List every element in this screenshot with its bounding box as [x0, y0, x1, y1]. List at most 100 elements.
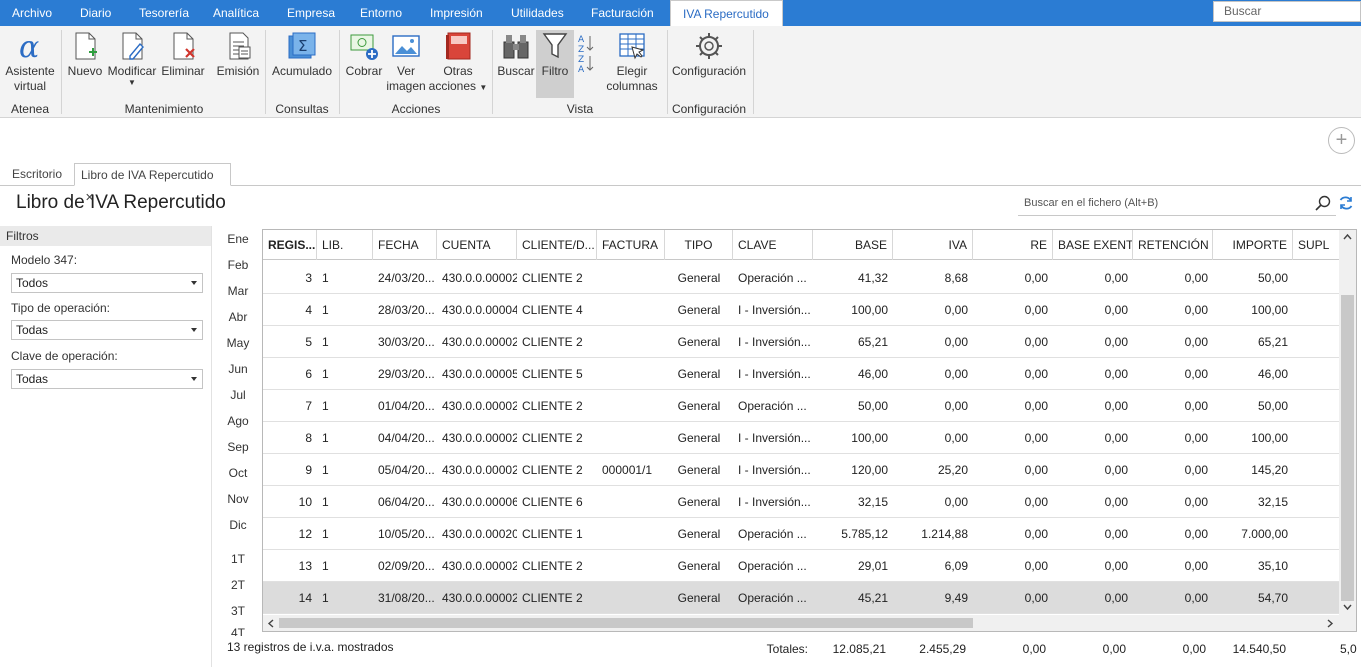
menu-analitica[interactable]: Analítica [207, 0, 265, 26]
horizontal-scrollbar[interactable] [263, 615, 1356, 631]
refresh-icon[interactable] [1338, 195, 1354, 211]
scroll-left-icon[interactable] [267, 619, 274, 628]
menu-utilidades[interactable]: Utilidades [505, 0, 570, 26]
filtro-button[interactable]: Filtro [536, 30, 574, 98]
tipo-operacion-select[interactable]: Todas [11, 320, 203, 340]
table-row[interactable]: 14 1 31/08/20... 430.0.0.00002 CLIENTE 2 Gene… [263, 582, 1339, 614]
asistente-virtual-button[interactable]: α Asistente virtual [4, 30, 56, 94]
table-row[interactable]: 3 1 24/03/20... 430.0.0.00002 CLIENTE 2 Gener… [263, 262, 1339, 294]
menu-facturacion[interactable]: Facturación [585, 0, 660, 26]
quarter-2t[interactable]: 2T [222, 578, 254, 592]
ver-imagen-button[interactable]: Ver imagen [386, 30, 426, 94]
column-header-cliente[interactable]: CLIENTE/D... [517, 230, 597, 260]
cell-base: 5.785,12 [841, 527, 888, 541]
month-may[interactable]: May [222, 336, 254, 350]
top-search-input[interactable]: Buscar [1213, 1, 1361, 22]
menu-diario[interactable]: Diario [74, 0, 117, 26]
month-dic[interactable]: Dic [222, 518, 254, 532]
acumulado-button[interactable]: Σ Acumulado [270, 30, 334, 79]
configuracion-button[interactable]: Configuración [670, 30, 748, 79]
menu-entorno[interactable]: Entorno [354, 0, 408, 26]
table-row[interactable]: 8 1 04/04/20... 430.0.0.00002 CLIENTE 2 Gener… [263, 422, 1339, 454]
month-oct[interactable]: Oct [222, 466, 254, 480]
column-header-libro[interactable]: LIB. [317, 230, 373, 260]
search-icon[interactable] [1315, 195, 1331, 211]
column-header-cuenta[interactable]: CUENTA [437, 230, 517, 260]
column-header-base-exenta[interactable]: BASE EXENTA [1053, 230, 1133, 260]
acumulado-label: Acumulado [271, 64, 333, 78]
table-row[interactable]: 5 1 30/03/20... 430.0.0.00002 CLIENTE 2 Gener… [263, 326, 1339, 358]
column-header-factura[interactable]: FACTURA [597, 230, 665, 260]
table-row[interactable]: 10 1 06/04/20... 430.0.0.00006 CLIENTE 6 Gene… [263, 486, 1339, 518]
total-retencion: 0,00 [1182, 642, 1206, 656]
cell-registro: 13 [298, 559, 312, 573]
cell-cliente: CLIENTE 2 [522, 463, 583, 477]
menu-iva-repercutido[interactable]: IVA Repercutido [670, 0, 783, 26]
vertical-scrollbar[interactable] [1339, 230, 1356, 615]
modificar-button[interactable]: Modificar ▼ [106, 30, 158, 87]
column-header-importe[interactable]: IMPORTE [1213, 230, 1293, 260]
table-row[interactable]: 7 1 01/04/20... 430.0.0.00002 CLIENTE 2 Gener… [263, 390, 1339, 422]
month-abr[interactable]: Abr [222, 310, 254, 324]
month-mar[interactable]: Mar [222, 284, 254, 298]
scroll-down-icon[interactable] [1343, 604, 1352, 611]
cobrar-button[interactable]: Cobrar [343, 30, 385, 79]
month-ene[interactable]: Ene [222, 232, 254, 246]
month-jun[interactable]: Jun [222, 362, 254, 376]
column-header-iva[interactable]: IVA [893, 230, 973, 260]
table-row[interactable]: 4 1 28/03/20... 430.0.0.00004 CLIENTE 4 Gener… [263, 294, 1339, 326]
modelo-347-select[interactable]: Todos [11, 273, 203, 293]
filters-panel: Filtros Modelo 347: Todos Tipo de operac… [0, 226, 212, 667]
otras-acciones-button[interactable]: Otras acciones ▼ [428, 30, 488, 95]
cell-retencion: 0,00 [1184, 527, 1208, 541]
table-row[interactable]: 6 1 29/03/20... 430.0.0.00005 CLIENTE 5 Gener… [263, 358, 1339, 390]
cell-clave: Operación ... [738, 527, 807, 541]
quarter-4t[interactable]: 4T [222, 626, 254, 636]
vertical-scroll-thumb[interactable] [1341, 295, 1354, 601]
cell-base-exenta: 0,00 [1104, 527, 1128, 541]
cell-tipo: General [677, 463, 721, 477]
clave-operacion-select[interactable]: Todas [11, 369, 203, 389]
month-sep[interactable]: Sep [222, 440, 254, 454]
sort-button[interactable]: AZZA [574, 30, 598, 78]
quarter-3t[interactable]: 3T [222, 604, 254, 618]
group-separator [667, 30, 668, 114]
add-tab-button[interactable]: + [1328, 127, 1355, 154]
month-ago[interactable]: Ago [222, 414, 254, 428]
quarter-1t[interactable]: 1T [222, 552, 254, 566]
file-search-input[interactable]: Buscar en el fichero (Alt+B) [1018, 192, 1336, 216]
column-header-registro[interactable]: REGIS... [263, 230, 317, 260]
tab-libro-iva[interactable]: Libro de IVA Repercutido ✕ [74, 163, 231, 204]
table-row[interactable]: 9 1 05/04/20... 430.0.0.00002 CLIENTE 2 00000… [263, 454, 1339, 486]
buscar-button[interactable]: Buscar [497, 30, 535, 79]
tab-escritorio[interactable]: Escritorio [6, 163, 68, 186]
scroll-right-icon[interactable] [1327, 619, 1334, 628]
group-separator [753, 30, 754, 114]
svg-text:Σ: Σ [298, 37, 307, 55]
menu-empresa[interactable]: Empresa [281, 0, 341, 26]
column-header-retencion[interactable]: RETENCIÓN [1133, 230, 1213, 260]
emision-button[interactable]: Emisión [216, 30, 260, 79]
nuevo-button[interactable]: Nuevo [66, 30, 104, 79]
column-header-base[interactable]: BASE [813, 230, 893, 260]
table-row[interactable]: 13 1 02/09/20... 430.0.0.00002 CLIENTE 2 Gene… [263, 550, 1339, 582]
scroll-up-icon[interactable] [1343, 233, 1352, 240]
cell-registro: 10 [298, 495, 312, 509]
column-header-clave[interactable]: CLAVE [733, 230, 813, 260]
cell-cuenta: 430.0.0.00006 [442, 495, 517, 509]
month-feb[interactable]: Feb [222, 258, 254, 272]
table-row[interactable]: 12 1 10/05/20... 430.0.0.00020 CLIENTE 1 Gene… [263, 518, 1339, 550]
column-header-re[interactable]: RE [973, 230, 1053, 260]
column-header-tipo[interactable]: TIPO [665, 230, 733, 260]
column-header-supl[interactable]: SUPL [1293, 230, 1343, 260]
menu-archivo[interactable]: Archivo [6, 0, 58, 26]
month-nov[interactable]: Nov [222, 492, 254, 506]
menu-impresion[interactable]: Impresión [424, 0, 489, 26]
menu-tesoreria[interactable]: Tesorería [133, 0, 195, 26]
horizontal-scroll-thumb[interactable] [279, 618, 973, 628]
elegir-columnas-button[interactable]: Elegir columnas [604, 30, 660, 94]
month-jul[interactable]: Jul [222, 388, 254, 402]
column-header-fecha[interactable]: FECHA [373, 230, 437, 260]
eliminar-button[interactable]: Eliminar [160, 30, 206, 79]
eliminar-label: Eliminar [161, 64, 205, 78]
